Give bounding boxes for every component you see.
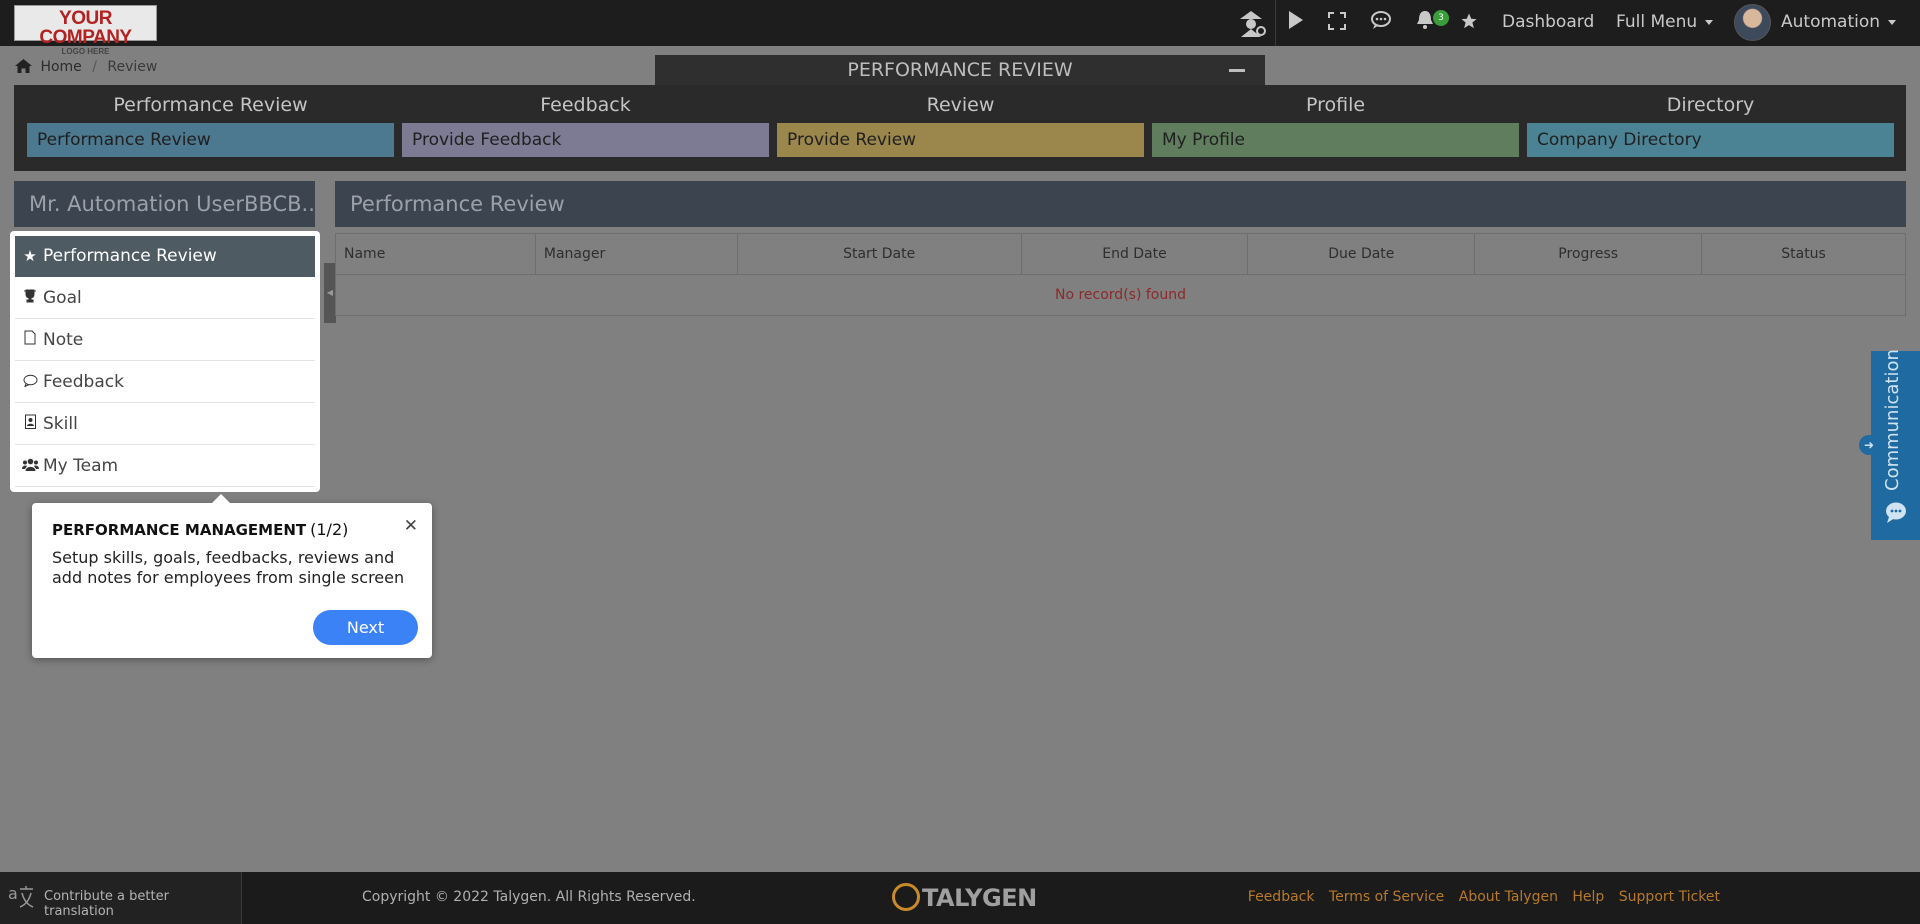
provide-feedback-link[interactable]: Provide Feedback [402,123,769,157]
chat-bubble-icon [1884,500,1908,530]
next-button[interactable]: Next [313,610,418,645]
top-navbar: YOUR COMPANY LOGO HERE 3 Dashboard Full … [0,0,1920,56]
table-row: No record(s) found [336,275,1906,316]
column-header-start-date[interactable]: Start Date [737,233,1022,275]
users-icon [21,445,39,487]
company-logo[interactable]: YOUR COMPANY LOGO HERE [14,5,157,56]
main-panel-title: Performance Review [335,181,1906,227]
breadcrumb-home-link[interactable]: Home [40,59,81,75]
sidebar-item-goal[interactable]: Goal [15,277,315,319]
svg-text:a: a [8,884,18,903]
popover-pointer [212,494,230,503]
close-icon[interactable]: ✕ [404,516,418,536]
badge-icon [21,403,39,445]
tour-step-indicator: (1/2) [310,520,349,539]
copyright-text: Copyright © 2022 Talygen. All Rights Res… [362,889,696,905]
footer-link-help[interactable]: Help [1572,889,1604,905]
star-icon: ★ [23,247,37,265]
footer-link-support-ticket[interactable]: Support Ticket [1619,889,1720,905]
favorite-star-icon[interactable] [1460,9,1478,37]
footer-link-terms[interactable]: Terms of Service [1329,889,1444,905]
module-quick-links: Performance Review Performance Review Fe… [14,85,1906,171]
chat-icon[interactable] [1370,9,1392,37]
footer-links: Feedback Terms of Service About Talygen … [1238,889,1720,905]
company-directory-link[interactable]: Company Directory [1527,123,1894,157]
talygen-logo: TALYGEN [892,883,1037,913]
fullscreen-icon[interactable] [1328,9,1346,37]
mascot-icon[interactable] [1234,9,1268,37]
column-header-manager[interactable]: Manager [535,233,738,275]
module-feedback: Feedback Provide Feedback [402,85,769,171]
sidebar-item-feedback[interactable]: Feedback [15,361,315,403]
tour-title: PERFORMANCE MANAGEMENT (1/2) [52,520,349,539]
empty-table-message: No record(s) found [1054,287,1186,303]
bell-icon[interactable] [1416,9,1434,37]
navbar-divider [1275,0,1276,46]
sidebar-item-skill[interactable]: Skill [15,403,315,445]
page-title: PERFORMANCE REVIEW [655,55,1265,86]
sidebar-item-my-team[interactable]: My Team [15,445,315,487]
module-performance-review: Performance Review Performance Review [27,85,394,171]
play-icon[interactable] [1287,9,1305,37]
sidebar-item-performance-review[interactable]: ★ Performance Review [15,236,315,277]
translate-widget[interactable]: a Contribute a better translation [0,872,242,924]
footer-link-feedback[interactable]: Feedback [1248,889,1315,905]
trophy-icon [21,277,39,319]
chevron-down-icon [1705,19,1714,25]
chevron-down-icon [1888,19,1897,25]
avatar[interactable] [1734,4,1771,41]
minimize-icon[interactable] [1229,69,1245,72]
provide-review-link[interactable]: Provide Review [777,123,1144,157]
sidebar-user-name: Mr. Automation UserBBCB... [14,181,315,227]
notification-badge: 3 [1433,10,1449,26]
full-menu-dropdown[interactable]: Full Menu [1616,12,1714,32]
my-profile-link[interactable]: My Profile [1152,123,1519,157]
column-header-name[interactable]: Name [335,233,536,275]
footer: a Contribute a better translation Copyri… [0,872,1920,924]
module-review: Review Provide Review [777,85,1144,171]
guided-tour-popover: PERFORMANCE MANAGEMENT (1/2) ✕ Setup skil… [32,494,432,658]
column-header-end-date[interactable]: End Date [1021,233,1249,275]
comment-icon [21,361,39,403]
sidebar-item-note[interactable]: Note [15,319,315,361]
breadcrumb: Home / Review [15,59,157,75]
translate-icon: a [8,883,34,917]
user-menu-dropdown[interactable]: Automation [1781,12,1897,32]
arrow-right-circle-icon[interactable]: ➜ [1859,435,1879,455]
performance-review-table: Name Manager Start Date End Date Due Dat… [335,233,1906,316]
column-header-status[interactable]: Status [1701,233,1906,275]
dashboard-link[interactable]: Dashboard [1502,12,1594,32]
column-header-progress[interactable]: Progress [1474,233,1703,275]
breadcrumb-current: Review [107,59,158,75]
module-directory: Directory Company Directory [1527,85,1894,171]
performance-review-link[interactable]: Performance Review [27,123,394,157]
file-icon [21,319,39,361]
column-header-due-date[interactable]: Due Date [1247,233,1476,275]
sidebar-menu: ★ Performance Review Goal Note Feedback S… [10,231,320,492]
talygen-mark-icon [892,883,920,911]
home-icon [15,59,36,75]
footer-link-about[interactable]: About Talygen [1459,889,1558,905]
module-profile: Profile My Profile [1152,85,1519,171]
tour-description: Setup skills, goals, feedbacks, reviews … [52,548,405,587]
